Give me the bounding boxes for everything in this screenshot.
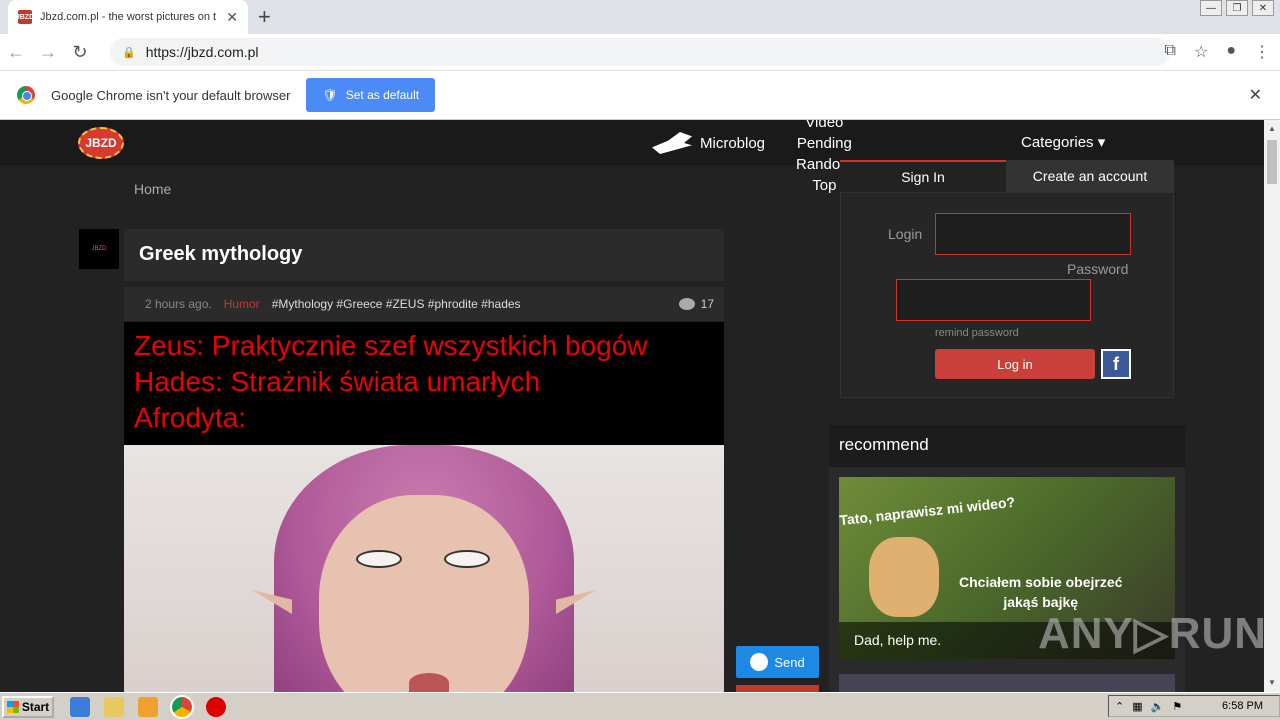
share-button[interactable] [736, 685, 819, 692]
recommend-heading: recommend [829, 425, 1185, 467]
chrome-taskbar-icon[interactable] [170, 694, 194, 719]
minimize-icon[interactable]: — [1200, 0, 1222, 16]
rec-text-mid-1: Chciałem sobie obejrzeć [959, 574, 1123, 590]
post-category[interactable]: Humor [224, 297, 260, 311]
password-input[interactable] [896, 279, 1091, 321]
tab-strip: JBZD Jbzd.com.pl - the worst pictures on… [0, 0, 1280, 34]
tab-create-account[interactable]: Create an account [1006, 160, 1174, 192]
scroll-up-icon[interactable]: ▲ [1268, 124, 1276, 133]
scrollbar-thumb[interactable] [1267, 140, 1277, 184]
chrome-logo-icon [17, 86, 35, 104]
close-window-icon[interactable]: ✕ [1252, 0, 1274, 16]
site-navbar: JBZD Microblog Video Pending Random Top … [0, 120, 1264, 194]
mouth [409, 673, 449, 692]
jbzd-favicon-icon: JBZD [16, 10, 34, 24]
recommend-item-2[interactable] [839, 674, 1175, 692]
face [319, 495, 529, 692]
explorer-icon[interactable] [104, 696, 124, 717]
caption-line-1: Zeus: Praktycznie szef wszystkich bogów [134, 330, 648, 361]
rec-text-mid: Chciałem sobie obejrzeć jakąś bajkę [959, 572, 1122, 612]
tab-sign-in[interactable]: Sign In [840, 160, 1006, 192]
send-label: Send [774, 654, 805, 670]
ie-icon[interactable] [70, 696, 90, 717]
anyrun-watermark: ANY▷RUN [1038, 609, 1264, 658]
login-input[interactable] [935, 213, 1131, 255]
browser-toolbar: ← → ↻ 🔒 https://jbzd.com.pl ⧉ ☆ ● ⋮ [0, 34, 1280, 70]
address-bar[interactable]: 🔒 https://jbzd.com.pl [110, 38, 1170, 66]
profile-icon[interactable]: ● [1226, 42, 1236, 62]
microblog-label: Microblog [700, 134, 766, 152]
shield-icon: 🛡 [322, 88, 338, 102]
set-default-button[interactable]: 🛡 Set as default [306, 78, 436, 112]
breadcrumb-home[interactable]: Home [134, 181, 171, 197]
facebook-login-icon[interactable]: f [1101, 349, 1131, 379]
messenger-send-button[interactable]: Send [736, 646, 819, 678]
menu-icon[interactable]: ⋮ [1254, 42, 1270, 62]
page-scrollbar[interactable]: ▲ ▼ [1264, 120, 1280, 692]
bookmark-star-icon[interactable]: ☆ [1194, 42, 1208, 62]
password-label: Password [1067, 261, 1129, 277]
login-button[interactable]: Log in [935, 349, 1095, 379]
lock-icon: 🔒 [122, 46, 136, 59]
post-time: 2 hours ago. [145, 297, 212, 311]
media-player-icon[interactable] [138, 696, 158, 717]
scroll-down-icon[interactable]: ▼ [1268, 678, 1276, 687]
start-label: Start [21, 699, 50, 714]
new-tab-icon[interactable]: + [258, 4, 271, 30]
browser-tab[interactable]: JBZD Jbzd.com.pl - the worst pictures on… [8, 0, 248, 34]
meme-caption: Zeus: Praktycznie szef wszystkich bogów … [124, 322, 724, 445]
post-image[interactable]: Zeus: Praktycznie szef wszystkich bogów … [124, 322, 724, 692]
comments-link[interactable]: 17 [678, 297, 714, 311]
restore-icon[interactable]: ❐ [1226, 0, 1248, 16]
comment-bubble-icon [678, 298, 695, 310]
clock[interactable]: 6:58 PM [1222, 700, 1263, 712]
doge-image [869, 537, 939, 617]
volume-icon[interactable]: 🔈 [1151, 700, 1165, 713]
auth-tabs: Sign In Create an account [840, 160, 1174, 192]
microblog-bird-icon [652, 132, 692, 154]
back-icon[interactable]: ← [0, 42, 32, 63]
meme-photo [124, 445, 724, 692]
windows-flag-icon [6, 700, 19, 713]
system-tray: ⌃ ▦ 🔈 ⚑ 6:58 PM [1108, 695, 1280, 717]
post-title[interactable]: Greek mythology [124, 229, 724, 281]
window-controls: — ❐ ✕ [1200, 0, 1274, 16]
web-page: JBZD Microblog Video Pending Random Top … [0, 120, 1264, 692]
infobar-text: Google Chrome isn't your default browser [51, 87, 291, 103]
network-icon[interactable]: ▦ [1132, 700, 1142, 713]
translate-icon[interactable]: ⧉ [1165, 42, 1176, 62]
start-button[interactable]: Start [2, 695, 54, 718]
url-text: https://jbzd.com.pl [145, 44, 259, 60]
tab-title: Jbzd.com.pl - the worst pictures on t [40, 11, 217, 23]
close-infobar-icon[interactable]: ✕ [1249, 85, 1262, 105]
comment-count: 17 [700, 297, 714, 311]
forward-icon[interactable]: → [32, 42, 64, 63]
login-form: Login Password remind password Log in f [840, 192, 1174, 398]
site-logo[interactable]: JBZD [78, 127, 124, 159]
login-label: Login [888, 226, 923, 242]
reload-icon[interactable]: ↻ [64, 42, 96, 63]
nav-video[interactable]: Video [796, 120, 853, 133]
left-eye [356, 550, 402, 568]
close-tab-icon[interactable]: ✕ [226, 9, 238, 26]
caption-line-3: Afrodyta: [134, 402, 247, 433]
nav-microblog[interactable]: Microblog [652, 132, 765, 154]
caption-line-2: Hades: Strażnik świata umarłych [134, 366, 541, 397]
tray-expand-icon[interactable]: ⌃ [1115, 700, 1124, 713]
post-avatar[interactable]: JBZD [79, 229, 119, 269]
stop-icon[interactable] [206, 696, 226, 717]
windows-taskbar: Start ⌃ ▦ 🔈 ⚑ 6:58 PM [0, 692, 1280, 720]
default-browser-infobar: Google Chrome isn't your default browser… [0, 70, 1280, 120]
messenger-icon [750, 653, 769, 671]
remind-password-link[interactable]: remind password [935, 327, 1019, 339]
action-flag-icon[interactable]: ⚑ [1172, 700, 1182, 713]
set-default-label: Set as default [345, 88, 420, 102]
post-meta: 2 hours ago. Humor #Mythology #Greece #Z… [124, 287, 724, 321]
post-tags[interactable]: #Mythology #Greece #ZEUS #phrodite #hade… [272, 297, 521, 311]
nav-pending[interactable]: Pending [796, 133, 853, 154]
nav-categories[interactable]: Categories ▾ [1021, 133, 1105, 151]
rec-text-top: Tato, naprawisz mi wideo? [839, 493, 1016, 529]
right-eye [444, 550, 490, 568]
